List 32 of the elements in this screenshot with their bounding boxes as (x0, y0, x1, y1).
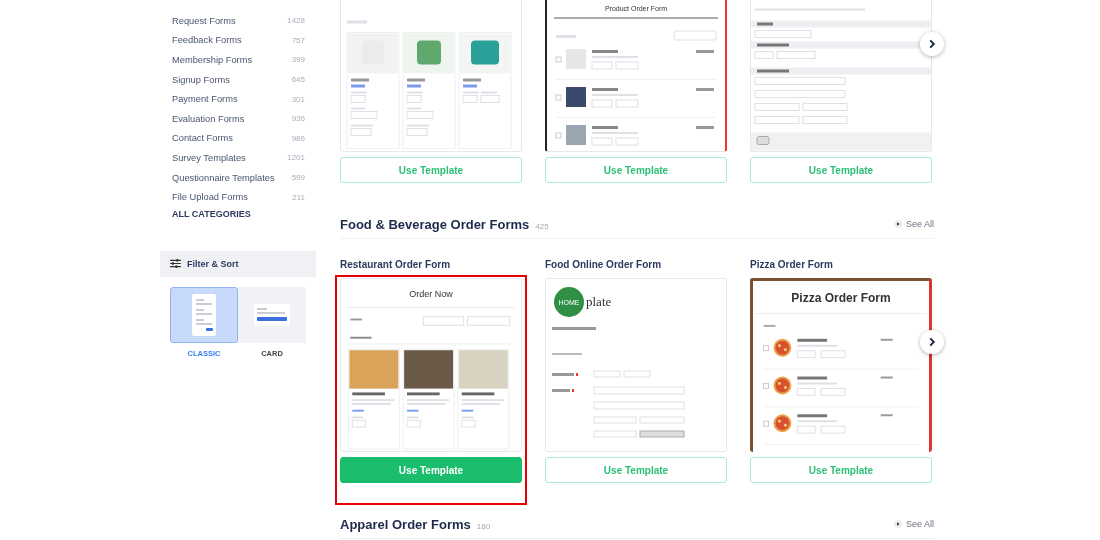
template-title[interactable]: Pizza Order Form (750, 259, 833, 273)
section-title: Food & Beverage Order Forms (340, 216, 530, 232)
next-arrow-button[interactable] (920, 32, 944, 56)
section-title: Apparel Order Forms (340, 516, 471, 532)
category-link[interactable]: Survey Templates 1201 (172, 148, 305, 168)
filter-sort-button[interactable]: Filter & Sort (160, 250, 316, 277)
template-count: 180 (476, 521, 491, 531)
view-mode-option[interactable] (238, 286, 306, 343)
logo-wordmark: plate (586, 294, 612, 310)
category-link[interactable]: Signup Forms 645 (172, 69, 305, 90)
category-link[interactable]: Request Forms 1428 (172, 11, 305, 31)
category-link[interactable]: File Upload Forms 211 (172, 187, 305, 207)
template-title[interactable]: Restaurant Order Form (340, 259, 451, 273)
play-icon (893, 220, 902, 228)
category-link[interactable]: Feedback Forms 757 (172, 30, 305, 51)
template-count: 425 (535, 221, 549, 231)
card-layout-icon (254, 303, 290, 326)
category-link[interactable]: Evaluation Forms 936 (172, 108, 305, 129)
form-title: Pizza Order Form (791, 291, 891, 305)
category-link[interactable]: Questionnaire Templates 599 (172, 167, 305, 188)
template-title[interactable]: Food Online Order Form (545, 259, 662, 273)
all-categories-link[interactable]: ALL CATEGORIES (172, 208, 251, 219)
form-title: Order Now (409, 289, 453, 299)
category-link[interactable]: Membership Forms 399 (172, 50, 305, 70)
sliders-icon (170, 259, 181, 269)
see-all-link[interactable]: See All (893, 519, 934, 529)
category-link[interactable]: Payment Forms 301 (172, 89, 305, 109)
category-link[interactable]: Contact Forms 986 (172, 128, 305, 149)
see-all-link[interactable]: See All (893, 219, 934, 229)
list-layout-icon (192, 293, 216, 336)
play-icon (893, 520, 902, 528)
next-arrow-button[interactable] (920, 330, 944, 354)
